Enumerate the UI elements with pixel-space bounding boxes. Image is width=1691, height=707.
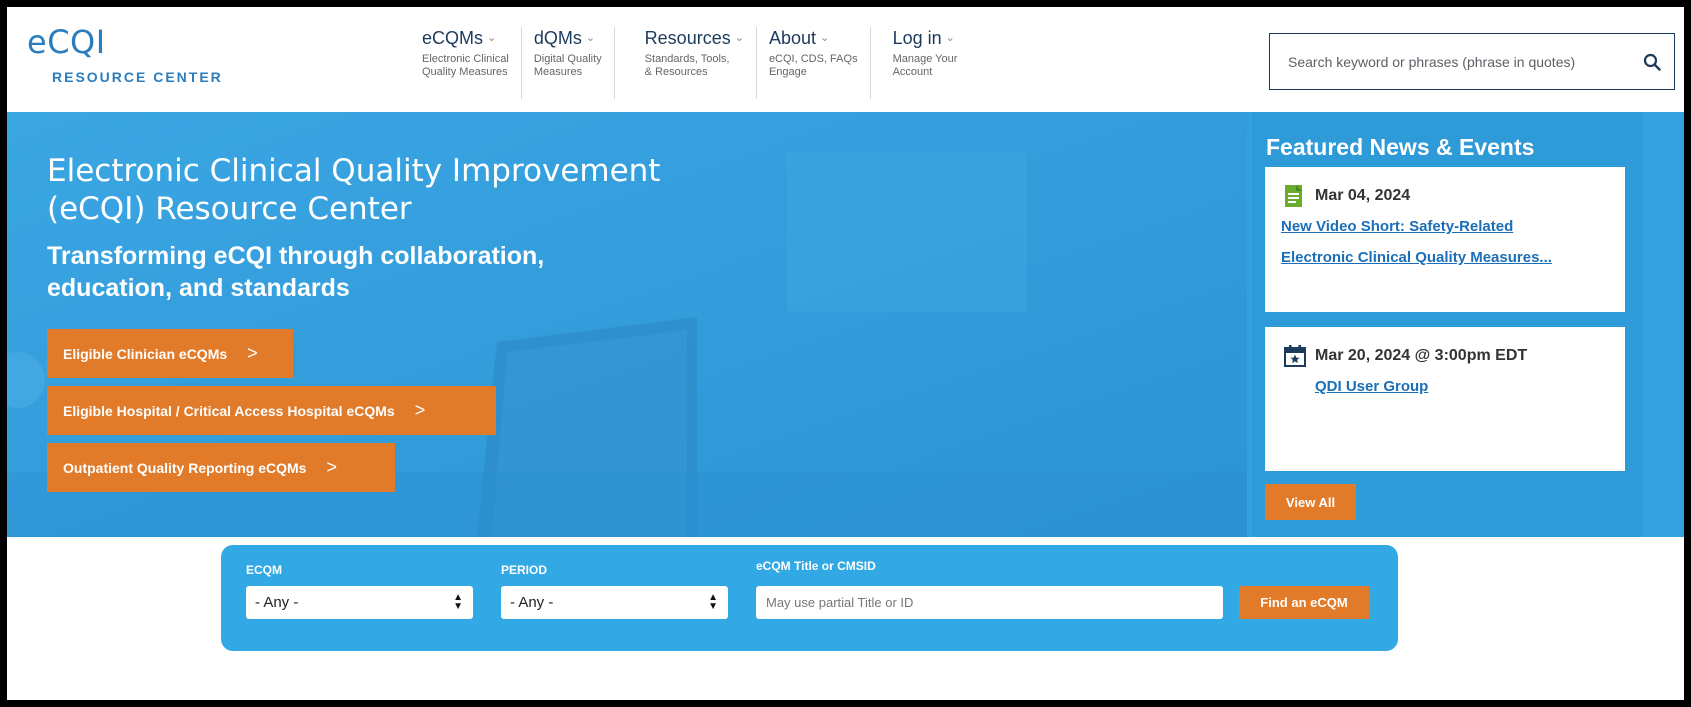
news-link-line[interactable]: New Video Short: Safety-Related [1281,211,1513,242]
news-date: Mar 04, 2024 [1315,187,1411,204]
select-arrows-icon: ▲ ▼ [453,592,463,612]
chevron-down-icon: ⌄ [487,32,497,44]
search-box [1269,33,1675,90]
button-label: Eligible Clinician eCQMs [63,345,228,362]
nav-item-dqms[interactable]: dQMs ⌄ Digital Quality Measures [520,27,614,99]
chevron-down-icon: ⌄ [585,32,596,44]
select-value: - Any - [510,594,554,611]
nav-title: About [768,28,816,48]
logo-subtitle: RESOURCE CENTER [52,69,223,85]
eligible-clinician-button[interactable]: Eligible Clinician eCQMs > [47,329,293,378]
outpatient-quality-button[interactable]: Outpatient Quality Reporting eCQMs > [47,443,395,492]
news-card: Mar 04, 2024 New Video Short: Safety-Rel… [1265,167,1625,312]
nav-subtitle: Digital Quality Measures [533,53,602,78]
chevron-right-icon: > [326,457,337,477]
button-label: Outpatient Quality Reporting eCQMs [63,459,307,476]
chevron-down-icon: ⌄ [945,32,955,44]
nav-item-login[interactable]: Log in ⌄ Manage Your Account [869,27,970,99]
chevron-down-icon: ⌄ [734,32,744,44]
nav-item-resources[interactable]: Resources ⌄ Standards, Tools, & Resources [613,27,756,99]
event-date: Mar 20, 2024 @ 3:00pm EDT [1315,347,1528,364]
nav-subtitle: Standards, Tools, & Resources [644,53,730,78]
button-label: Eligible Hospital / Critical Access Hosp… [63,402,395,419]
period-select[interactable]: - Any - ▲ ▼ [501,586,728,619]
hero-title: Electronic Clinical Quality Improvement … [47,153,661,227]
nav-subtitle: Electronic Clinical Quality Measures [422,53,509,78]
nav-item-ecqms[interactable]: eCQMs ⌄ Electronic Clinical Quality Measu… [410,27,521,99]
news-link-line[interactable]: Electronic Clinical Quality Measures... [1281,242,1552,273]
title-label: eCQM Title or CMSID [756,559,876,573]
event-link[interactable]: QDI User Group [1315,371,1428,402]
period-label: PERIOD [501,563,548,577]
logo-title: eCQI [27,23,106,61]
eligible-hospital-button[interactable]: Eligible Hospital / Critical Access Hosp… [47,386,496,435]
nav-title: Log in [892,28,942,48]
select-arrows-icon: ▲ ▼ [708,592,718,612]
news-panel-title: Featured News & Events [1266,134,1535,160]
event-card: Mar 20, 2024 @ 3:00pm EDT QDI User Group [1265,327,1625,471]
ecqm-title-input[interactable] [756,586,1223,619]
chevron-down-icon: ⌄ [819,32,830,44]
nav-subtitle: eCQI, CDS, FAQs Engage [768,53,858,78]
site-logo[interactable]: eCQI RESOURCE CENTER [27,25,223,85]
chevron-right-icon: > [247,343,258,363]
find-ecqm-button[interactable]: Find an eCQM [1239,586,1369,619]
ecqm-finder: ECQM - Any - ▲ ▼ PERIOD - Any - ▲ ▼ eCQM T… [221,545,1398,651]
nav-title: Resources [644,28,731,48]
view-all-button[interactable]: View All [1265,484,1356,520]
hero-subtitle: Transforming eCQI through collaboration,… [47,242,545,302]
featured-news-panel: Featured News & Events Mar 04, 2024 New … [1252,112,1642,537]
search-input[interactable] [1270,34,1630,89]
page-frame: eCQI RESOURCE CENTER eCQMs ⌄ Electronic C… [7,7,1684,700]
main-nav: eCQMs ⌄ Electronic Clinical Quality Measu… [410,27,969,99]
nav-subtitle: Manage Your Account [892,53,958,78]
ecqm-select[interactable]: - Any - ▲ ▼ [246,586,473,619]
chevron-right-icon: > [414,400,426,420]
nav-item-about[interactable]: About ⌄ eCQI, CDS, FAQs Engage [755,27,870,99]
nav-title: dQMs [533,28,582,48]
select-value: - Any - [255,594,299,611]
document-icon [1285,185,1302,207]
ecqm-label: ECQM [246,563,282,577]
site-header: eCQI RESOURCE CENTER eCQMs ⌄ Electronic C… [7,7,1684,112]
search-icon[interactable] [1630,34,1674,89]
nav-title: eCQMs [422,28,484,48]
calendar-icon [1284,345,1306,367]
